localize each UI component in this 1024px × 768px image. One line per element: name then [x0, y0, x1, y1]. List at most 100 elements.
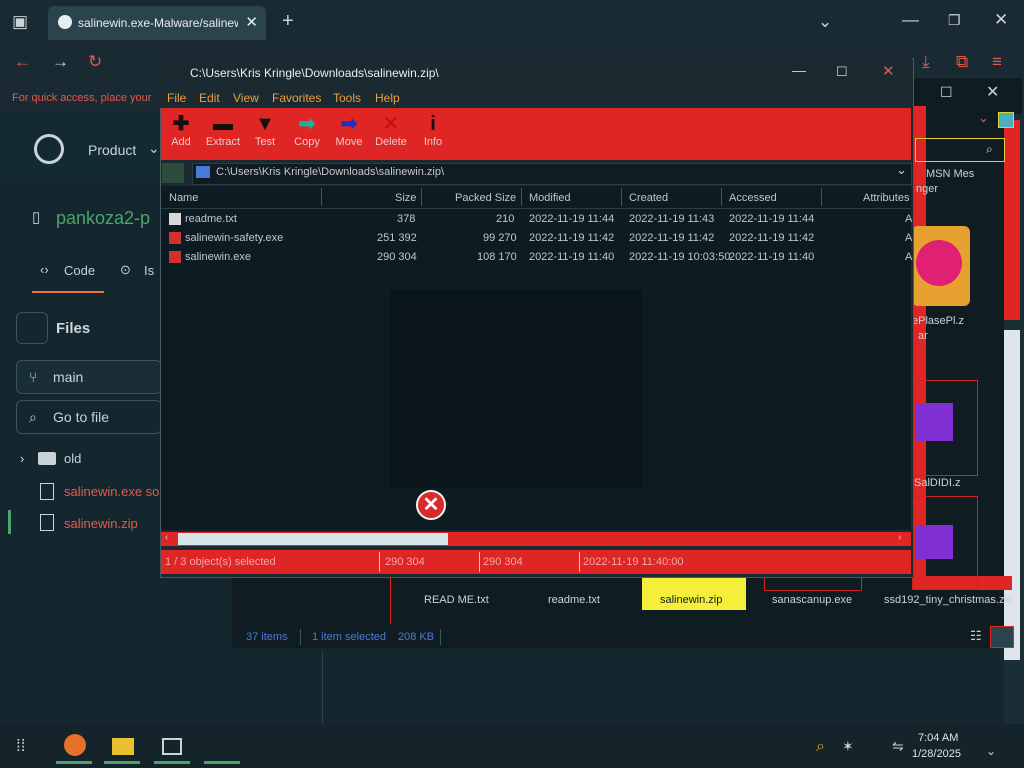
icon-label-sanascanup[interactable]: sanascanup.exe [772, 594, 852, 606]
delete-button[interactable]: ✕ Delete [371, 112, 411, 148]
menu-edit[interactable]: Edit [199, 91, 220, 105]
restore-icon[interactable]: ❐ [948, 12, 961, 29]
app-tile-icon[interactable] [912, 226, 970, 306]
tree-item-salinewin-exe-source[interactable]: salinewin.exe so [64, 484, 159, 499]
forward-icon[interactable]: → [52, 52, 69, 72]
new-tab-button[interactable]: + [282, 10, 294, 33]
minimize-icon[interactable]: — [902, 10, 919, 30]
file-tile [764, 578, 862, 591]
col-name[interactable]: Name [169, 192, 198, 204]
sevenzip-title: C:\Users\Kris Kringle\Downloads\salinewi… [190, 66, 439, 80]
explorer-label: ar [918, 330, 928, 342]
tab-actions-icon[interactable]: ▣ [12, 12, 28, 32]
explorer-taskbar-button[interactable] [104, 732, 140, 764]
tree-item-old[interactable]: old [64, 451, 81, 466]
help-icon[interactable] [998, 112, 1014, 128]
repo-name[interactable]: pankoza2-p [56, 208, 150, 229]
clock-date[interactable]: 1/28/2025 [912, 748, 961, 760]
scrollbar-thumb[interactable] [1004, 330, 1020, 660]
icon-label-salinewin-zip[interactable]: salinewin.zip [660, 594, 722, 606]
copy-button[interactable]: ➡ Copy [287, 112, 327, 148]
nav-product[interactable]: Product [88, 142, 136, 158]
col-created[interactable]: Created [629, 192, 668, 204]
table-row[interactable]: salinewin.exe 290 304 108 170 2022-11-19… [161, 248, 913, 267]
branch-selector[interactable]: ⑂ main [16, 360, 162, 394]
menu-help[interactable]: Help [375, 91, 400, 105]
col-packed-size[interactable]: Packed Size [455, 192, 516, 204]
github-logo-icon[interactable] [34, 134, 64, 164]
sevenzip-taskbar-button[interactable] [154, 732, 190, 764]
notification-chevron-icon[interactable]: ⌄ [986, 744, 996, 758]
network-icon[interactable]: ✶ [842, 738, 854, 755]
explorer-close-icon[interactable]: ✕ [986, 82, 999, 102]
search-icon[interactable]: ⌕ [816, 738, 825, 756]
back-icon[interactable]: ← [14, 52, 31, 72]
sidebar-toggle-icon[interactable] [16, 312, 48, 344]
chevron-right-icon[interactable]: › [20, 451, 24, 466]
scroll-left-icon[interactable]: ‹ [165, 532, 168, 543]
menu-file[interactable]: File [167, 91, 186, 105]
browser-tab[interactable]: salinewin.exe-Malware/salinew ✕ [48, 6, 266, 40]
explorer-search-box[interactable]: ⌕ [915, 138, 1005, 162]
active-indicator [204, 761, 240, 764]
chevron-down-icon[interactable]: ⌄ [978, 110, 989, 126]
details-view-icon[interactable]: ☷ [970, 628, 982, 644]
menu-favorites[interactable]: Favorites [272, 91, 321, 105]
archive-icon [915, 403, 953, 441]
tab-list-chevron-icon[interactable]: ⌄ [818, 12, 832, 32]
icon-label-ssd192[interactable]: ssd192_tiny_christmas.zip [884, 594, 1013, 606]
cell-accessed: 2022-11-19 11:44 [729, 213, 815, 225]
search-icon: ⌕ [29, 409, 37, 425]
icon-label-readme[interactable]: readme.txt [548, 594, 600, 606]
sevenzip-statusbar: 1 / 3 object(s) selected 290 304 290 304… [161, 550, 911, 574]
go-to-file-input[interactable]: ⌕ Go to file [16, 400, 162, 434]
reload-icon[interactable]: ↻ [88, 52, 102, 72]
col-accessed[interactable]: Accessed [729, 192, 777, 204]
start-icon[interactable]: ⁞⁞ [16, 736, 25, 756]
zip-maximize-icon[interactable]: ☐ [836, 64, 848, 80]
divider [621, 188, 622, 206]
tiles-view-icon[interactable] [990, 626, 1014, 648]
table-row[interactable]: salinewin-safety.exe 251 392 99 270 2022… [161, 229, 912, 248]
menu-view[interactable]: View [233, 91, 259, 105]
chevron-down-icon[interactable]: ⌄ [896, 162, 907, 178]
col-attributes[interactable]: Attributes [863, 192, 909, 204]
downloads-icon[interactable]: ⤓ [922, 52, 930, 72]
horizontal-scrollbar-thumb[interactable] [178, 533, 448, 545]
extract-button[interactable]: ▬ Extract [203, 112, 243, 148]
zip-minimize-icon[interactable]: — [792, 62, 806, 78]
icon-label-read-me[interactable]: READ ME.txt [424, 594, 489, 606]
taskbar-button[interactable] [204, 732, 240, 764]
scroll-right-icon[interactable]: › [898, 532, 901, 543]
tab-code[interactable]: Code [64, 263, 95, 278]
tab-issues[interactable]: Is [144, 263, 154, 278]
cell-name: salinewin.exe [185, 251, 252, 263]
close-window-icon[interactable]: ✕ [994, 10, 1008, 30]
info-button[interactable]: i Info [413, 112, 453, 148]
cell-attr: A [905, 213, 913, 225]
table-row[interactable]: readme.txt 378 210 2022-11-19 11:44 2022… [161, 210, 913, 229]
close-tab-icon[interactable]: ✕ [245, 13, 258, 31]
menu-icon[interactable]: ≡ [992, 52, 1002, 72]
zip-close-icon[interactable]: ✕ [882, 62, 895, 80]
clock-time[interactable]: 7:04 AM [918, 732, 958, 744]
menu-tools[interactable]: Tools [333, 91, 361, 105]
move-button[interactable]: ➡ Move [329, 112, 369, 148]
explorer-maximize-icon[interactable]: ☐ [940, 84, 953, 101]
col-modified[interactable]: Modified [529, 192, 571, 204]
extensions-icon[interactable]: ⧉ [956, 52, 968, 72]
add-button[interactable]: ✚ Add [161, 112, 201, 148]
col-size[interactable]: Size [395, 192, 416, 204]
cell-attr: A [905, 251, 913, 263]
test-button[interactable]: ▼ Test [245, 112, 285, 148]
cell-accessed: 2022-11-19 11:40 [729, 251, 815, 263]
firefox-taskbar-button[interactable] [56, 732, 92, 764]
folder-up-icon[interactable] [162, 163, 184, 183]
cell-size: 251 392 [377, 232, 417, 244]
file-tile[interactable] [912, 380, 978, 476]
tree-item-salinewin-zip[interactable]: salinewin.zip [64, 516, 138, 531]
files-heading: Files [56, 320, 91, 337]
volume-icon[interactable]: ⇋ [892, 738, 904, 755]
explorer-label: MSN Mes [926, 168, 975, 180]
file-tile[interactable] [912, 496, 978, 590]
